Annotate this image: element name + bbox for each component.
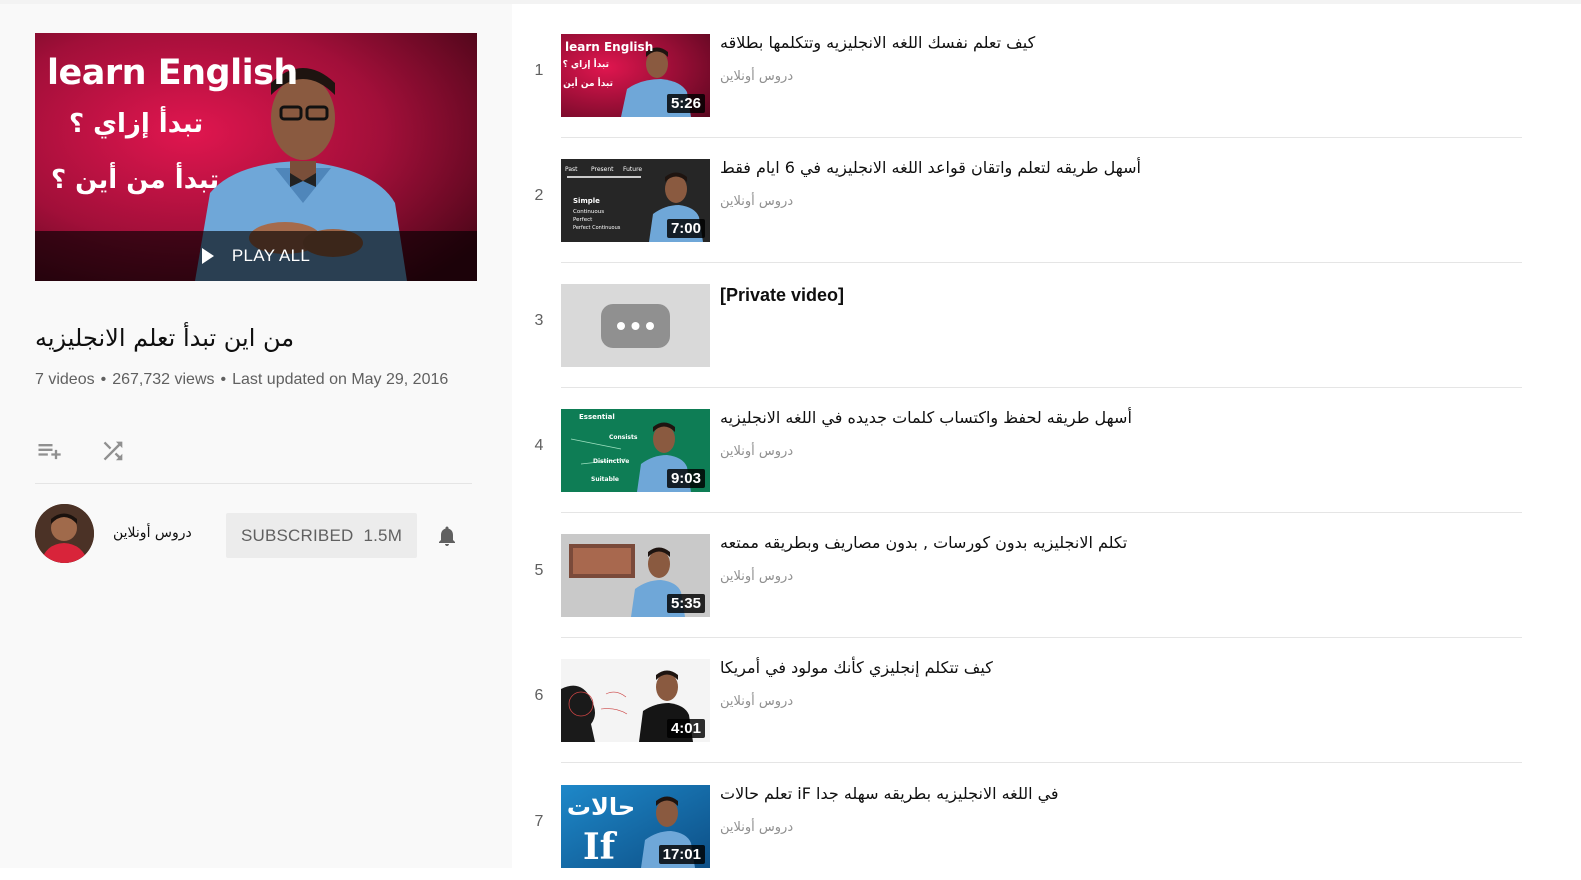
thumb-text: حالات — [567, 793, 635, 821]
playlist-video-row[interactable]: 7 حالات If 17:01 في اللغه الانجليزيه بطر… — [512, 755, 1581, 880]
video-channel[interactable]: دروس أونلاين — [720, 194, 793, 209]
video-channel[interactable]: دروس أونلاين — [720, 444, 793, 459]
video-duration: 5:35 — [666, 594, 705, 613]
hero-text-learn-english: learn English — [47, 53, 298, 93]
video-duration: 4:01 — [666, 719, 705, 738]
playlist-video-row[interactable]: 1 learn English تبدأ إزاي ؟ تبدأ من أين … — [512, 4, 1581, 138]
video-index: 7 — [534, 813, 544, 830]
video-count: 7 videos — [35, 371, 95, 388]
video-title[interactable]: تكلم الانجليزيه بدون كورسات , بدون مصاري… — [720, 533, 1127, 552]
hero-text-how-to-start: تبدأ إزاي ؟ — [69, 109, 204, 139]
thumb-text: Perfect — [573, 217, 593, 223]
video-index: 5 — [534, 562, 544, 579]
thumb-text: تبدأ من أين ؟ — [561, 77, 613, 89]
video-thumbnail[interactable]: learn English تبدأ إزاي ؟ تبدأ من أين ؟ … — [561, 34, 710, 117]
video-thumbnail[interactable]: 5:35 — [561, 534, 710, 617]
thumb-text: Essential — [579, 413, 615, 421]
playlist-title[interactable]: من اين تبدأ تعلم الانجليزيه — [35, 324, 294, 352]
thumb-text: learn English — [565, 40, 653, 54]
stats-dot: • — [220, 371, 227, 388]
thumb-text: Suitable — [591, 476, 619, 483]
video-index: 6 — [534, 687, 544, 704]
playlist-video-list: 1 learn English تبدأ إزاي ؟ تبدأ من أين … — [512, 4, 1581, 868]
playlist-stats: 7 videos • 267,732 views • Last updated on M… — [35, 367, 455, 393]
video-thumbnail[interactable]: Past Present Future Simple Continuous Pe… — [561, 159, 710, 242]
video-channel[interactable]: دروس أونلاين — [720, 820, 793, 835]
thumb-text: تبدأ إزاي ؟ — [563, 58, 609, 70]
video-channel[interactable]: دروس أونلاين — [720, 694, 793, 709]
thumb-text: Present — [591, 166, 614, 173]
video-duration: 5:26 — [666, 94, 705, 113]
playlist-add-icon[interactable] — [35, 437, 63, 465]
stats-dot: • — [100, 371, 107, 388]
video-title[interactable]: [Private video] — [720, 285, 844, 306]
thumb-text: Future — [623, 166, 642, 173]
playlist-actions — [35, 437, 127, 465]
playlist-video-row[interactable]: 4 Essential Consists Distinctive Suitabl… — [512, 379, 1581, 513]
thumb-text: Simple — [573, 197, 600, 205]
playlist-video-row[interactable]: 2 Past Present Future Simple Continuous … — [512, 129, 1581, 263]
video-duration: 7:00 — [666, 219, 705, 238]
video-duration: 9:03 — [666, 469, 705, 488]
play-icon — [201, 248, 214, 264]
playlist-video-row[interactable]: 3 [Private video] — [512, 254, 1581, 388]
playlist-video-row[interactable]: 6 4:01 كيف تتكلم إنجليزي كأنك مولود في أ… — [512, 629, 1581, 763]
channel-name[interactable]: دروس أونلاين — [113, 525, 192, 541]
sidebar-divider — [35, 483, 472, 484]
video-title[interactable]: في اللغه الانجليزيه بطريقه سهله جدا iF ت… — [720, 784, 1059, 803]
video-title[interactable]: أسهل طريقه لتعلم واتقان قواعد اللغه الان… — [720, 158, 1141, 177]
thumb-text: Consists — [609, 434, 638, 441]
thumb-text: Distinctive — [593, 458, 629, 465]
video-index: 2 — [534, 187, 544, 204]
hero-text-where-to-start: تبدأ من أين ؟ — [51, 165, 220, 195]
video-index: 3 — [534, 312, 544, 329]
video-thumbnail[interactable]: Essential Consists Distinctive Suitable … — [561, 409, 710, 492]
thumb-text: Perfect Continuous — [573, 225, 621, 231]
video-duration: 17:01 — [658, 845, 705, 864]
thumb-text: Continuous — [573, 209, 604, 215]
thumb-text: Past — [565, 166, 578, 173]
video-channel[interactable]: دروس أونلاين — [720, 569, 793, 584]
play-all-label: PLAY ALL — [231, 246, 311, 265]
playlist-hero-thumbnail[interactable]: learn English تبدأ إزاي ؟ تبدأ من أين ؟ … — [35, 33, 477, 281]
last-updated: Last updated on May 29, 2016 — [232, 371, 449, 388]
subscribed-label: SUBSCRIBED — [240, 525, 354, 545]
play-all-button[interactable]: PLAY ALL — [35, 231, 477, 281]
view-count: 267,732 views — [112, 371, 215, 388]
video-thumbnail[interactable] — [561, 284, 710, 367]
shuffle-icon[interactable] — [99, 437, 127, 465]
video-index: 1 — [534, 62, 544, 79]
playlist-sidebar: learn English تبدأ إزاي ؟ تبدأ من أين ؟ … — [0, 4, 512, 868]
video-title[interactable]: أسهل طريقه لحفظ واكتساب كلمات جديده في ا… — [720, 408, 1132, 427]
playlist-video-row[interactable]: 5 5:35 تكلم الانجليزيه بدون كورسات , بدو… — [512, 504, 1581, 638]
video-thumbnail[interactable]: 4:01 — [561, 659, 710, 742]
video-thumbnail[interactable]: حالات If 17:01 — [561, 785, 710, 868]
video-index: 4 — [534, 437, 544, 454]
video-channel[interactable]: دروس أونلاين — [720, 69, 793, 84]
subscribed-button[interactable]: SUBSCRIBED 1.5M — [226, 513, 417, 558]
bell-icon[interactable] — [435, 523, 459, 549]
video-title[interactable]: كيف تعلم نفسك اللغه الانجليزيه وتتكلمها … — [720, 33, 1035, 52]
avatar-art — [35, 504, 94, 563]
channel-avatar[interactable] — [35, 504, 94, 563]
thumb-text: If — [583, 826, 618, 868]
video-title[interactable]: كيف تتكلم إنجليزي كأنك مولود في أمريكا — [720, 658, 993, 677]
private-thumbnail-art — [561, 284, 710, 367]
subscriber-count: 1.5M — [363, 525, 403, 545]
